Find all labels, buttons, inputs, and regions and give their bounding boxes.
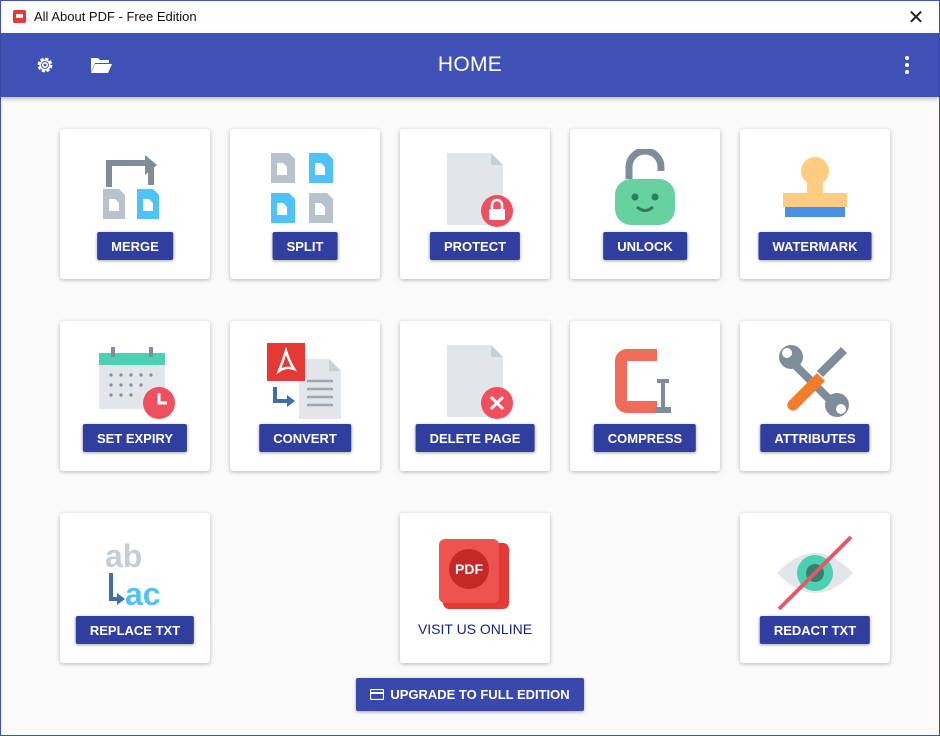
- svg-text:ab: ab: [105, 538, 142, 574]
- app-bar: HOME: [1, 33, 939, 97]
- unlock-button[interactable]: UNLOCK: [603, 232, 687, 260]
- page-title: HOME: [437, 53, 503, 76]
- merge-button[interactable]: MERGE: [97, 232, 173, 260]
- window-title: All About PDF - Free Edition: [34, 9, 197, 24]
- protect-card[interactable]: PROTECT: [400, 129, 550, 279]
- title-bar: All About PDF - Free Edition ✕: [1, 1, 939, 33]
- convert-button[interactable]: CONVERT: [259, 424, 351, 452]
- watermark-card[interactable]: WATERMARK: [740, 129, 890, 279]
- replace-text-icon: ab ac: [105, 538, 161, 612]
- set-expiry-card[interactable]: SET EXPIRY: [60, 321, 210, 471]
- lock-document-icon: [447, 153, 513, 227]
- tools-icon: [779, 345, 849, 417]
- upgrade-button[interactable]: UPGRADE TO FULL EDITION: [356, 678, 584, 711]
- protect-button[interactable]: PROTECT: [429, 232, 521, 260]
- redact-eye-icon: [777, 535, 853, 611]
- app-logo-icon: [13, 10, 26, 23]
- delete-page-card[interactable]: DELETE PAGE: [400, 321, 550, 471]
- visit-online-card[interactable]: PDF VISIT US ONLINE: [400, 513, 550, 663]
- merge-card[interactable]: MERGE: [60, 129, 210, 279]
- redact-text-card[interactable]: REDACT TXT: [740, 513, 890, 663]
- close-button[interactable]: ✕: [893, 1, 939, 33]
- split-button[interactable]: SPLIT: [272, 232, 338, 260]
- clamp-icon: [615, 349, 671, 413]
- upgrade-label: UPGRADE TO FULL EDITION: [390, 687, 570, 702]
- compress-button[interactable]: COMPRESS: [593, 424, 697, 452]
- pdf-logo-text: PDF: [455, 561, 483, 577]
- attributes-button[interactable]: ATTRIBUTES: [760, 424, 870, 452]
- svg-text:ac: ac: [125, 576, 161, 612]
- attributes-card[interactable]: ATTRIBUTES: [740, 321, 890, 471]
- watermark-button[interactable]: WATERMARK: [758, 232, 872, 260]
- compress-card[interactable]: COMPRESS: [570, 321, 720, 471]
- more-vert-icon: [905, 56, 909, 74]
- split-icon: [271, 153, 333, 223]
- calendar-clock-icon: [99, 347, 175, 419]
- unlock-icon: [615, 149, 675, 225]
- merge-icon: [103, 155, 159, 219]
- visit-us-online-link[interactable]: VISIT US ONLINE: [400, 621, 550, 637]
- replace-text-button[interactable]: REPLACE TXT: [75, 616, 195, 644]
- stamp-icon: [783, 157, 847, 217]
- replace-text-card[interactable]: ab ac REPLACE TXT: [60, 513, 210, 663]
- unlock-card[interactable]: UNLOCK: [570, 129, 720, 279]
- more-options-button[interactable]: [893, 51, 921, 79]
- redact-text-button[interactable]: REDACT TXT: [759, 616, 871, 644]
- convert-card[interactable]: CONVERT: [230, 321, 380, 471]
- set-expiry-button[interactable]: SET EXPIRY: [82, 424, 188, 452]
- split-card[interactable]: SPLIT: [230, 129, 380, 279]
- credit-card-icon: [370, 689, 385, 700]
- pdf-logo-icon: PDF: [439, 539, 509, 609]
- delete-page-button[interactable]: DELETE PAGE: [415, 424, 535, 452]
- delete-page-icon: [447, 345, 513, 419]
- convert-pdf-icon: [267, 343, 341, 419]
- app-window: All About PDF - Free Edition ✕ HOME MERG…: [0, 0, 940, 736]
